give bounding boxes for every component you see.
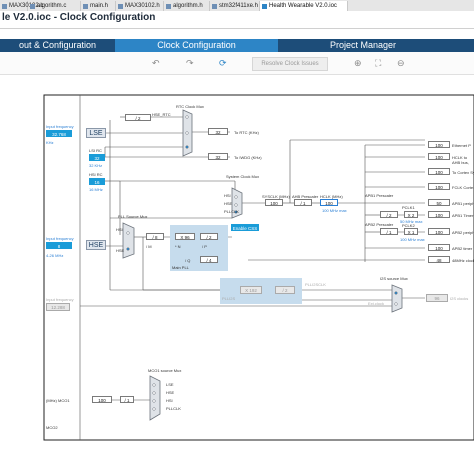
lsi-value: 32 (89, 154, 105, 161)
mco-source-hsi: HSI (166, 398, 173, 403)
pll-in-hse: HSE (116, 248, 125, 253)
hse-rtc-label: HSE_RTC (152, 112, 171, 117)
pclk1-label: PCLK1 (402, 205, 415, 210)
output-value-apb2-timer: 100 (428, 244, 450, 251)
output-label-ethernet: Ethernet P (452, 143, 471, 148)
hsi-unit: 16 MHz (89, 187, 103, 192)
lse-input-frequency-label: Input frequency (46, 124, 74, 129)
iwdg-clock-value: 32 (208, 153, 228, 160)
output-label-apb1-periph: APB1 peripheral clocks (452, 201, 474, 206)
hclk-field[interactable]: 100 (320, 199, 338, 206)
pll-m-divider[interactable]: / 8 (146, 233, 164, 240)
hclk-max: 100 MHz max (322, 208, 347, 213)
output-value-apb1-timer: 100 (428, 211, 450, 218)
pll-n-label: * N (175, 244, 181, 249)
pclk2-max: 100 MHz max (400, 237, 425, 242)
i2s-clocks-label: I2S clocks (450, 296, 469, 301)
output-value-ethernet: 100 (428, 141, 450, 148)
i2s-clock-value: 96 (426, 294, 448, 302)
pll-p-divider[interactable]: / 2 (200, 233, 218, 240)
output-label-fclk: FCLK Cortex clock (452, 185, 474, 190)
mco-source-lse: LSE (166, 382, 174, 387)
pll-q-label: / Q (185, 258, 191, 263)
pll-q-divider[interactable]: / 4 (200, 256, 218, 263)
apb2-prescaler-select[interactable]: / 1 (380, 228, 398, 235)
output-value-systick: 100 (428, 168, 450, 175)
output-value-hclk: 100 (428, 153, 450, 160)
lse-unit: KHz (46, 140, 54, 145)
i2s-source-mux-label: I2S source Mux (380, 276, 408, 281)
hse-frequency-field[interactable]: 8 (46, 242, 72, 249)
enable-css-button[interactable]: Enable CSS (231, 224, 259, 231)
hse-range: 4-26 MHz (46, 253, 64, 258)
pll-source-mux-label: PLL Source Mux (118, 214, 148, 219)
hse-oscillator[interactable]: HSE (86, 240, 106, 250)
mco1-label: (MHz) MCO1 (46, 398, 70, 403)
to-rtc-label: To RTC (KHz) (234, 130, 259, 135)
output-label-apb2-timer: APB2 timer clocks (452, 246, 474, 251)
plli2s-r-divider[interactable]: / 2 (275, 286, 295, 294)
hsi-rc-label: HSI RC (89, 172, 103, 177)
pll-p-label: / P (202, 244, 207, 249)
rtc-clock-value: 32 (208, 128, 228, 135)
output-label-apb1-timer: APB1 Timer clocks (452, 213, 474, 218)
apb2-timer-multiplier: X 1 (404, 228, 418, 235)
sys-in-pllclk: PLLCLK (224, 209, 239, 214)
apb1-prescaler-label: APB1 Prescaler (365, 193, 394, 198)
pll-n-multiplier[interactable]: X 96 (175, 233, 195, 240)
system-clock-mux-label: System Clock Mux (226, 174, 260, 179)
ext-clock-label: Ext.clock (368, 301, 385, 306)
plli2s-label: PLLI2S (222, 296, 236, 301)
output-value-apb2-periph: 100 (428, 228, 450, 235)
mco-source-pllclk: PLLCLK (166, 406, 181, 411)
lse-oscillator[interactable]: LSE (86, 128, 106, 138)
mco-source-hse: HSE (166, 390, 175, 395)
output-label-systick: To Cortex System timer (452, 170, 474, 175)
pll-in-hsi: HSI (116, 227, 123, 232)
hse-input-frequency-label: Input frequency (46, 236, 74, 241)
apb1-prescaler-select[interactable]: / 2 (380, 211, 398, 218)
mco2-label: MCO2 (46, 425, 58, 430)
lsi-rc-label: LSI RC (89, 148, 102, 153)
apb1-timer-multiplier: X 2 (404, 211, 418, 218)
output-label-48mhz: 48MHz clocks (452, 258, 474, 263)
sys-in-hsi: HSI (224, 193, 231, 198)
apb2-prescaler-label: APB2 Prescaler (365, 222, 394, 227)
lse-frequency-field[interactable]: 32.768 (46, 130, 72, 137)
mco1-output: 100 (92, 396, 112, 403)
output-value-apb1-periph: 50 (428, 199, 450, 206)
output-label-apb2-periph: APB2 peripheral clocks (452, 230, 474, 235)
main-pll-label: Main PLL (172, 265, 189, 270)
output-label-hclk: HCLK to AHB bus, core, memory and DMA (452, 155, 469, 165)
mco1-divider[interactable]: / 1 (120, 396, 134, 403)
lsi-unit: 32 KHz (89, 163, 103, 168)
i2s-input-frequency-label: Input frequency (46, 297, 74, 302)
output-value-48mhz: 48 (428, 256, 450, 263)
hsi-value: 16 (89, 178, 105, 185)
mco1-source-mux-label: MCO1 source Mux (148, 368, 182, 373)
rtc-mux-label: RTC Clock Mux (176, 104, 204, 109)
plli2sclk-label: PLLI2SCLK (305, 282, 326, 287)
i2s-input-frequency-field[interactable]: 12.288 (46, 303, 70, 311)
pll-m-label: / M (146, 244, 152, 249)
sys-in-hse: HSE (224, 201, 233, 206)
ahb-prescaler-select[interactable]: / 1 (294, 199, 312, 206)
output-value-fclk: 100 (428, 183, 450, 190)
to-iwdg-label: To IWDG (KHz) (234, 155, 262, 160)
hse-rtc-divider[interactable]: / 2 (125, 114, 151, 121)
sysclk-value: 100 (265, 199, 283, 206)
plli2s-n-multiplier[interactable]: X 192 (240, 286, 262, 294)
